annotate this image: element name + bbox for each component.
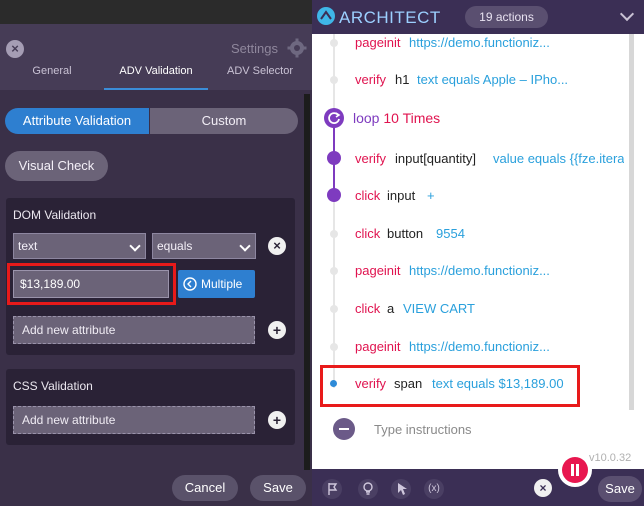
step-keyword: click (355, 301, 381, 316)
step-value: value equals {{fze.itera (493, 151, 624, 166)
steps-scrollbar[interactable] (629, 34, 634, 410)
save-button[interactable]: Save (250, 475, 306, 501)
step-row[interactable]: verify input[quantity] value equals {{fz… (312, 149, 624, 169)
step-value: text equals Apple – IPho... (417, 72, 569, 87)
step-row[interactable]: click a VIEW CART (312, 299, 624, 319)
add-attribute-icon[interactable]: + (268, 321, 286, 339)
step-keyword: click (355, 188, 381, 203)
save-button[interactable]: Save (598, 476, 642, 502)
flag-icon[interactable] (322, 479, 342, 499)
add-attribute-field[interactable]: Add new attribute (13, 316, 255, 344)
architect-title: ARCHITECT (339, 8, 441, 27)
dom-validation-title: DOM Validation (13, 208, 97, 222)
operator-select-value: equals (157, 239, 193, 253)
multiple-label: Multiple (201, 277, 243, 291)
loop-keyword: loop (353, 110, 380, 126)
minus-icon[interactable] (333, 418, 355, 440)
bulb-icon[interactable] (358, 479, 378, 499)
architect-header: ARCHITECT 19 actions (312, 0, 644, 34)
step-keyword: pageinit (355, 35, 401, 50)
step-value: + (427, 188, 435, 203)
step-value: https://demo.functioniz... (409, 339, 550, 354)
chevron-down-icon (239, 240, 251, 252)
step-row[interactable]: click input + (312, 186, 624, 206)
screen: × Settings General ADV Validation ADV Se… (0, 0, 644, 506)
step-target: h1 (395, 72, 410, 87)
pointer-icon[interactable] (391, 479, 411, 499)
pause-icon[interactable] (562, 457, 588, 483)
segment-attribute-validation[interactable]: Attribute Validation (5, 108, 149, 134)
step-value: 9554 (436, 226, 465, 241)
chevron-down-icon[interactable] (619, 6, 635, 22)
step-keyword: verify (355, 72, 387, 87)
step-row[interactable]: pageinit https://demo.functioniz... (312, 33, 624, 53)
remove-attribute-icon[interactable]: × (268, 237, 286, 255)
gear-icon[interactable] (287, 38, 307, 58)
chevron-down-icon (129, 240, 141, 252)
loop-icon (324, 108, 344, 128)
highlight-box (320, 365, 580, 407)
step-dot (330, 305, 338, 313)
tab-adv-selector[interactable]: ADV Selector (208, 64, 312, 90)
step-row[interactable]: click button 9554 (312, 224, 624, 244)
settings-panel: × Settings General ADV Validation ADV Se… (0, 24, 312, 506)
actions-count-badge: 19 actions (465, 6, 548, 28)
step-dot (330, 343, 338, 351)
loop-count: 10 Times (383, 110, 441, 126)
tab-adv-validation[interactable]: ADV Validation (104, 64, 208, 90)
settings-tabs: General ADV Validation ADV Selector (0, 64, 312, 90)
attribute-select[interactable]: text (13, 233, 146, 259)
visual-check-button[interactable]: Visual Check (5, 151, 108, 181)
step-value: https://demo.functioniz... (409, 263, 550, 278)
multiple-button[interactable]: Multiple (178, 270, 255, 298)
settings-label: Settings (231, 41, 278, 56)
instruction-bar (312, 412, 644, 450)
step-keyword: click (355, 226, 381, 241)
variable-icon[interactable]: (x) (424, 479, 444, 499)
step-value: VIEW CART (403, 301, 475, 316)
step-dot (330, 230, 338, 238)
refresh-icon (328, 112, 341, 124)
flag-glyph (328, 483, 338, 495)
step-dot (330, 39, 338, 47)
step-keyword: verify (355, 151, 387, 166)
css-add-attribute-field[interactable]: Add new attribute (13, 406, 255, 434)
step-target: input[quantity] (395, 151, 476, 166)
architect-logo-icon (317, 7, 335, 25)
cancel-button[interactable]: Cancel (172, 475, 238, 501)
operator-select[interactable]: equals (152, 233, 256, 259)
step-target: a (387, 301, 395, 316)
close-icon[interactable]: × (534, 479, 552, 497)
step-dot (330, 267, 338, 275)
tab-general[interactable]: General (0, 64, 104, 90)
segment-custom[interactable]: Custom (150, 108, 298, 134)
step-target: button (387, 226, 424, 241)
instruction-input[interactable]: Type instructions (374, 422, 472, 437)
settings-topbar: × Settings General ADV Validation ADV Se… (0, 24, 312, 91)
loop-row[interactable]: loop 10 Times (353, 110, 440, 126)
step-dot (327, 151, 341, 165)
step-row[interactable]: pageinit https://demo.functioniz... (312, 261, 624, 281)
pointer-glyph (398, 483, 407, 495)
bulb-glyph (363, 482, 373, 495)
architect-panel: ARCHITECT 19 actions pageinit https://de… (312, 0, 644, 506)
scrollbar[interactable] (304, 94, 310, 470)
step-target: input (387, 188, 416, 203)
step-keyword: pageinit (355, 339, 401, 354)
css-add-attribute-icon[interactable]: + (268, 411, 286, 429)
step-dot (330, 76, 338, 84)
multiple-icon (183, 277, 197, 291)
version-label: v10.0.32 (589, 452, 632, 464)
close-icon[interactable]: × (6, 40, 24, 58)
step-value: https://demo.functioniz... (409, 35, 550, 50)
step-row[interactable]: pageinit https://demo.functioniz... (312, 337, 624, 357)
highlight-box (7, 263, 176, 305)
step-keyword: pageinit (355, 263, 401, 278)
css-validation-title: CSS Validation (13, 379, 93, 393)
step-dot (327, 188, 341, 202)
step-row[interactable]: verify h1 text equals Apple – IPho... (312, 70, 624, 90)
attribute-select-value: text (18, 239, 38, 253)
